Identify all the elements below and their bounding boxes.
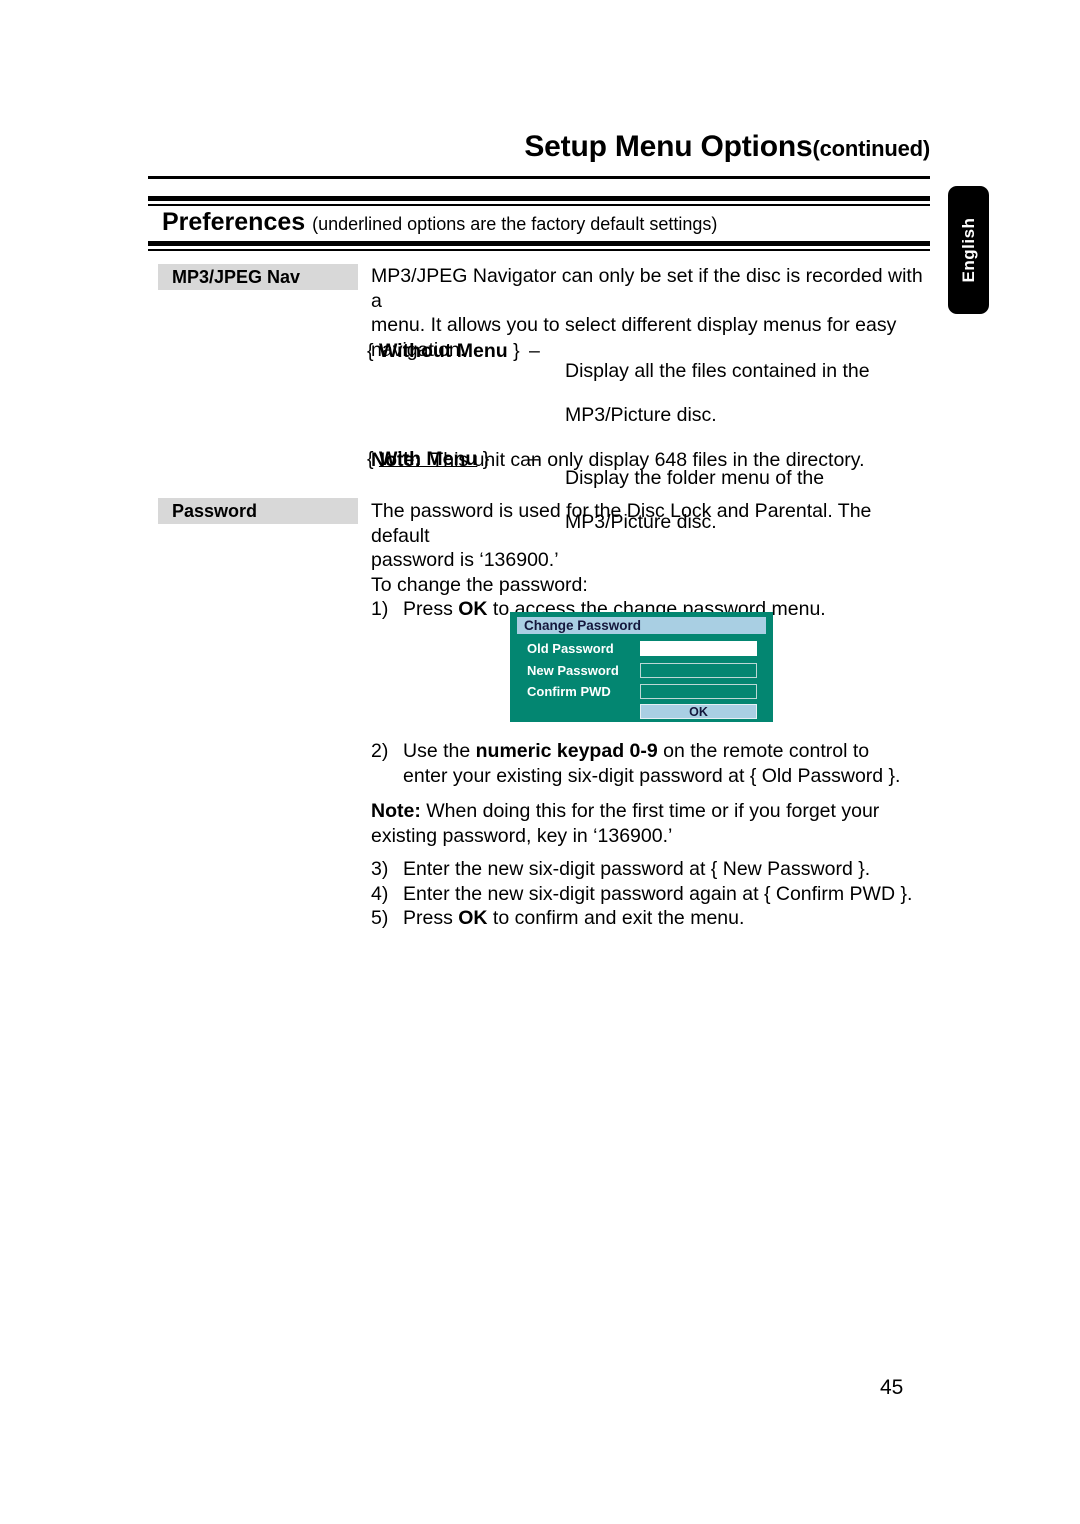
header-rule-top bbox=[148, 176, 930, 179]
password-step-1-number: 1) bbox=[371, 598, 389, 620]
option-dash-without-menu: – bbox=[529, 340, 540, 362]
password-step-2-keypad: numeric keypad 0-9 bbox=[475, 740, 658, 762]
option-desc-without-menu: Display all the files contained in the M… bbox=[565, 339, 932, 447]
section-heading: Preferences (underlined options are the … bbox=[162, 208, 717, 237]
password-step-4: 4) Enter the new six-digit password agai… bbox=[371, 882, 931, 907]
brace-open: { bbox=[367, 340, 374, 362]
dialog-input-old-password[interactable] bbox=[640, 641, 757, 656]
option-label-password: Password bbox=[158, 498, 358, 524]
password-intro-line-2: password is ‘136900.’ bbox=[371, 549, 559, 571]
password-step-2-number: 2) bbox=[371, 740, 389, 762]
mp3jpeg-note: Note: This unit can only display 648 fil… bbox=[371, 448, 931, 473]
password-intro-line-1: The password is used for the Disc Lock a… bbox=[371, 500, 872, 547]
section-rule-lower-thick bbox=[148, 241, 930, 246]
option-desc-without-menu-line-1: Display all the files contained in the bbox=[565, 359, 870, 382]
password-step-2-post: on the remote control to bbox=[657, 740, 870, 762]
mp3jpeg-note-text: This unit can only display 648 files in … bbox=[431, 449, 865, 471]
password-note-label: Note: bbox=[371, 800, 421, 822]
password-step-2-line-2: enter your existing six-digit password a… bbox=[403, 764, 901, 787]
dialog-input-confirm-pwd[interactable] bbox=[640, 684, 757, 699]
change-password-dialog: Change Password Old Password New Passwor… bbox=[510, 612, 773, 722]
password-step-3: 3) Enter the new six-digit password at {… bbox=[371, 857, 931, 882]
mp3jpeg-intro-line-1: MP3/JPEG Navigator can only be set if th… bbox=[371, 265, 923, 312]
option-name-without-menu: { Without Menu } bbox=[367, 339, 529, 364]
password-step-1-pre: Press bbox=[403, 598, 459, 620]
dialog-input-new-password[interactable] bbox=[640, 663, 757, 678]
section-subtitle: (underlined options are the factory defa… bbox=[312, 214, 718, 234]
section-title: Preferences bbox=[162, 208, 306, 236]
password-step-5-pre: Press bbox=[403, 907, 459, 929]
page-number: 45 bbox=[880, 1376, 904, 1399]
password-step-3-text: Enter the new six-digit password at { Ne… bbox=[403, 858, 871, 880]
password-note-line-1: When doing this for the first time or if… bbox=[420, 800, 880, 822]
language-tab-english: English bbox=[948, 186, 989, 314]
option-desc-without-menu-line-2: MP3/Picture disc. bbox=[565, 403, 717, 426]
option-label-mp3jpeg-nav: MP3/JPEG Nav bbox=[158, 264, 358, 290]
section-rule-lower-thin bbox=[148, 249, 930, 251]
dialog-title-bar: Change Password bbox=[517, 617, 766, 634]
mp3jpeg-intro-line-2: menu. It allows you to select different … bbox=[371, 314, 897, 336]
password-step-5-post: to confirm and exit the menu. bbox=[487, 907, 745, 929]
language-tab-label: English bbox=[958, 217, 978, 283]
password-steps-345: 3) Enter the new six-digit password at {… bbox=[371, 857, 931, 931]
password-step-2: 2) Use the numeric keypad 0-9 on the rem… bbox=[371, 739, 931, 788]
mp3jpeg-note-label: Note: bbox=[371, 449, 421, 471]
password-step-4-number: 4) bbox=[371, 882, 389, 905]
dialog-label-confirm-pwd: Confirm PWD bbox=[527, 684, 611, 699]
password-step-3-number: 3) bbox=[371, 858, 389, 880]
option-value-without-menu: Without Menu bbox=[378, 340, 508, 362]
password-step-5-number: 5) bbox=[371, 907, 389, 929]
password-intro-line-3: To change the password: bbox=[371, 573, 588, 596]
dialog-label-new-password: New Password bbox=[527, 663, 619, 678]
page-title: Setup Menu Options(continued) bbox=[148, 130, 930, 164]
brace-close: } bbox=[513, 340, 520, 362]
password-note: Note: When doing this for the first time… bbox=[371, 799, 931, 848]
password-step-2-block: 2) Use the numeric keypad 0-9 on the rem… bbox=[371, 739, 931, 788]
password-note-line-2: existing password, key in ‘136900.’ bbox=[371, 824, 673, 847]
password-step-1-ok-key: OK bbox=[458, 598, 488, 620]
section-rule-upper-thin bbox=[148, 204, 930, 206]
section-rule-upper-thick bbox=[148, 196, 930, 201]
password-step-5-ok-key: OK bbox=[458, 907, 488, 929]
password-intro-text: The password is used for the Disc Lock a… bbox=[371, 499, 931, 622]
password-step-5: 5) Press OK to confirm and exit the menu… bbox=[371, 906, 931, 931]
dialog-label-old-password: Old Password bbox=[527, 641, 614, 656]
dialog-ok-button[interactable]: OK bbox=[640, 704, 757, 719]
password-step-4-text: Enter the new six-digit password again a… bbox=[403, 882, 913, 905]
page-title-main: Setup Menu Options bbox=[524, 130, 813, 163]
password-step-2-pre: Use the bbox=[403, 740, 476, 762]
page-title-continued: (continued) bbox=[812, 136, 930, 161]
option-row-without-menu: { Without Menu } – Display all the files… bbox=[367, 339, 932, 447]
